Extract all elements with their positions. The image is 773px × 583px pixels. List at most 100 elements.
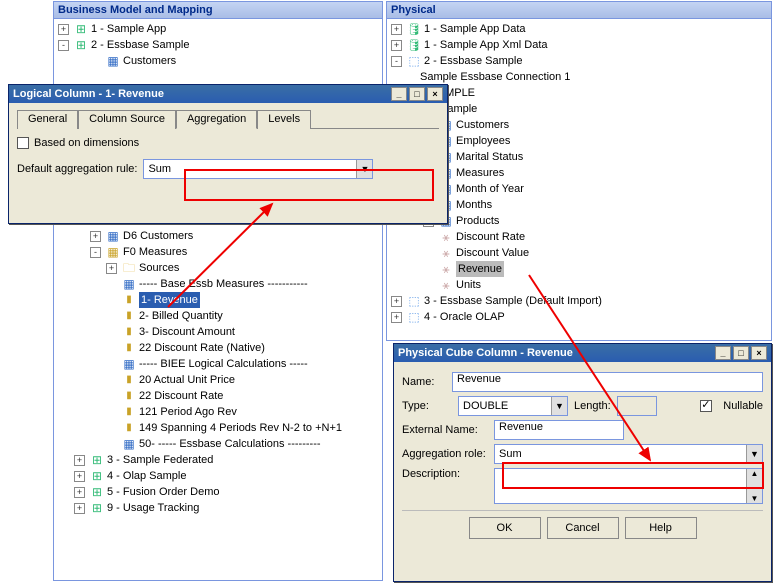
scrollbar[interactable]: ▲ ▼	[746, 469, 762, 503]
expand-icon[interactable]: +	[391, 24, 402, 35]
tab-aggregation[interactable]: Aggregation	[176, 110, 257, 129]
external-name-label: External Name:	[402, 424, 494, 436]
tree-label: Units	[456, 277, 481, 293]
maximize-button[interactable]: □	[409, 87, 425, 101]
tree-row[interactable]: -▦F0 Measures	[54, 244, 382, 260]
expand-icon[interactable]: +	[106, 263, 117, 274]
tree-row[interactable]: ▮22 Discount Rate	[54, 388, 382, 404]
tree-label: Revenue	[456, 261, 504, 277]
tree-row[interactable]: +🛢1 - Sample App Data	[387, 21, 771, 37]
minimize-button[interactable]: _	[391, 87, 407, 101]
default-aggregation-value: Sum	[144, 163, 356, 175]
physical-cube-column-dialog: Physical Cube Column - Revenue _ □ × Nam…	[393, 343, 772, 582]
expand-icon[interactable]: +	[90, 231, 101, 242]
tree-row[interactable]: +🗀Sources	[54, 260, 382, 276]
icon-col-icon: ▮	[121, 293, 137, 307]
tab-column-source[interactable]: Column Source	[78, 110, 176, 129]
nullable-checkbox[interactable]: ✓	[700, 400, 712, 412]
tree-label: 3 - Sample Federated	[107, 452, 213, 468]
business-model-tree-continued[interactable]: +▦D6 Customers-▦F0 Measures+🗀Sources▦---…	[54, 226, 382, 518]
tree-label: 149 Spanning 4 Periods Rev N-2 to +N+1	[139, 420, 342, 436]
expand-icon[interactable]: +	[74, 503, 85, 514]
help-button[interactable]: Help	[625, 517, 697, 539]
tree-row[interactable]: +⬚3 - Essbase Sample (Default Import)	[387, 293, 771, 309]
maximize-button[interactable]: □	[733, 346, 749, 360]
cancel-button[interactable]: Cancel	[547, 517, 619, 539]
tree-row[interactable]: -⊞2 - Essbase Sample	[54, 37, 382, 53]
expand-icon[interactable]: +	[58, 24, 69, 35]
chevron-down-icon[interactable]: ▼	[746, 445, 762, 463]
tree-row[interactable]: ▮121 Period Ago Rev	[54, 404, 382, 420]
minimize-button[interactable]: _	[715, 346, 731, 360]
aggregation-role-combo[interactable]: Sum ▼	[494, 444, 763, 464]
scroll-up-icon[interactable]: ▲	[751, 469, 759, 478]
business-model-tree[interactable]: +⊞1 - Sample App-⊞2 - Essbase Sample▦Cus…	[54, 19, 382, 71]
tree-label: Discount Rate	[456, 229, 525, 245]
tree-row[interactable]: ▮2- Billed Quantity	[54, 308, 382, 324]
description-textarea[interactable]: ▲ ▼	[494, 468, 763, 504]
tree-row[interactable]: ▮22 Discount Rate (Native)	[54, 340, 382, 356]
external-name-input[interactable]: Revenue	[494, 420, 624, 440]
tree-row[interactable]: ▮1- Revenue	[54, 292, 382, 308]
default-aggregation-combo[interactable]: Sum ▼	[143, 159, 373, 179]
based-on-dimensions-checkbox[interactable]: Based on dimensions	[17, 137, 439, 149]
chevron-down-icon[interactable]: ▼	[551, 397, 567, 415]
close-button[interactable]: ×	[751, 346, 767, 360]
tree-row[interactable]: +⊞9 - Usage Tracking	[54, 500, 382, 516]
collapse-icon[interactable]: -	[90, 247, 101, 258]
tree-label: 4 - Olap Sample	[107, 468, 186, 484]
expand-icon[interactable]: +	[391, 296, 402, 307]
collapse-icon[interactable]: -	[58, 40, 69, 51]
chevron-down-icon[interactable]: ▼	[356, 160, 372, 178]
tree-row[interactable]: ▦----- Base Essb Measures -----------	[54, 276, 382, 292]
tab-general[interactable]: General	[17, 110, 78, 129]
tab-levels[interactable]: Levels	[257, 110, 311, 129]
nullable-label: Nullable	[723, 400, 763, 412]
collapse-icon[interactable]: -	[391, 56, 402, 67]
tree-label: Marital Status	[456, 149, 523, 165]
tree-row[interactable]: ▮3- Discount Amount	[54, 324, 382, 340]
icon-cubeblue-icon: ⬚	[406, 294, 422, 308]
tree-label: 22 Discount Rate	[139, 388, 223, 404]
tree-row[interactable]: ▦Customers	[54, 53, 382, 69]
tree-row[interactable]: ⚹Discount Value	[387, 245, 771, 261]
dialog-buttons: OK Cancel Help	[402, 510, 763, 541]
tree-row[interactable]: +⊞3 - Sample Federated	[54, 452, 382, 468]
tree-row[interactable]: ▦50- ----- Essbase Calculations --------…	[54, 436, 382, 452]
expand-icon[interactable]: +	[391, 312, 402, 323]
name-input[interactable]: Revenue	[452, 372, 763, 392]
expand-icon[interactable]: +	[391, 40, 402, 51]
tree-row[interactable]: +⊞4 - Olap Sample	[54, 468, 382, 484]
icon-col-icon: ▮	[121, 341, 137, 355]
tree-label: 9 - Usage Tracking	[107, 500, 199, 516]
tree-row[interactable]: +🛢1 - Sample App Xml Data	[387, 37, 771, 53]
tree-label: 4 - Oracle OLAP	[424, 309, 505, 325]
tree-label: F0 Measures	[123, 244, 187, 260]
icon-db-icon: 🛢	[406, 38, 422, 52]
expand-icon[interactable]: +	[74, 455, 85, 466]
physical-title: Physical	[387, 2, 771, 19]
icon-dim-icon: ▦	[121, 277, 137, 291]
tree-row[interactable]: ▦----- BIEE Logical Calculations -----	[54, 356, 382, 372]
type-combo[interactable]: DOUBLE ▼	[458, 396, 568, 416]
tree-label: 1 - Sample App Data	[424, 21, 526, 37]
tree-row[interactable]: ▮149 Spanning 4 Periods Rev N-2 to +N+1	[54, 420, 382, 436]
tree-row[interactable]: ⚹Revenue	[387, 261, 771, 277]
close-button[interactable]: ×	[427, 87, 443, 101]
expand-icon[interactable]: +	[74, 471, 85, 482]
tree-row[interactable]: -⬚2 - Essbase Sample	[387, 53, 771, 69]
tree-row[interactable]: ⚹Discount Rate	[387, 229, 771, 245]
tree-row[interactable]: ⚹Units	[387, 277, 771, 293]
tree-row[interactable]: +⊞5 - Fusion Order Demo	[54, 484, 382, 500]
tree-row[interactable]: +⊞1 - Sample App	[54, 21, 382, 37]
tree-row[interactable]: +⬚4 - Oracle OLAP	[387, 309, 771, 325]
tree-row[interactable]: Sample Essbase Connection 1	[387, 69, 771, 85]
ok-button[interactable]: OK	[469, 517, 541, 539]
checkbox-icon	[17, 137, 29, 149]
physical-dialog-title: Physical Cube Column - Revenue	[398, 347, 573, 359]
tree-row[interactable]: ▮20 Actual Unit Price	[54, 372, 382, 388]
expand-icon[interactable]: +	[74, 487, 85, 498]
tree-row[interactable]: +▦D6 Customers	[54, 228, 382, 244]
scroll-down-icon[interactable]: ▼	[751, 494, 759, 503]
length-input[interactable]	[617, 396, 657, 416]
